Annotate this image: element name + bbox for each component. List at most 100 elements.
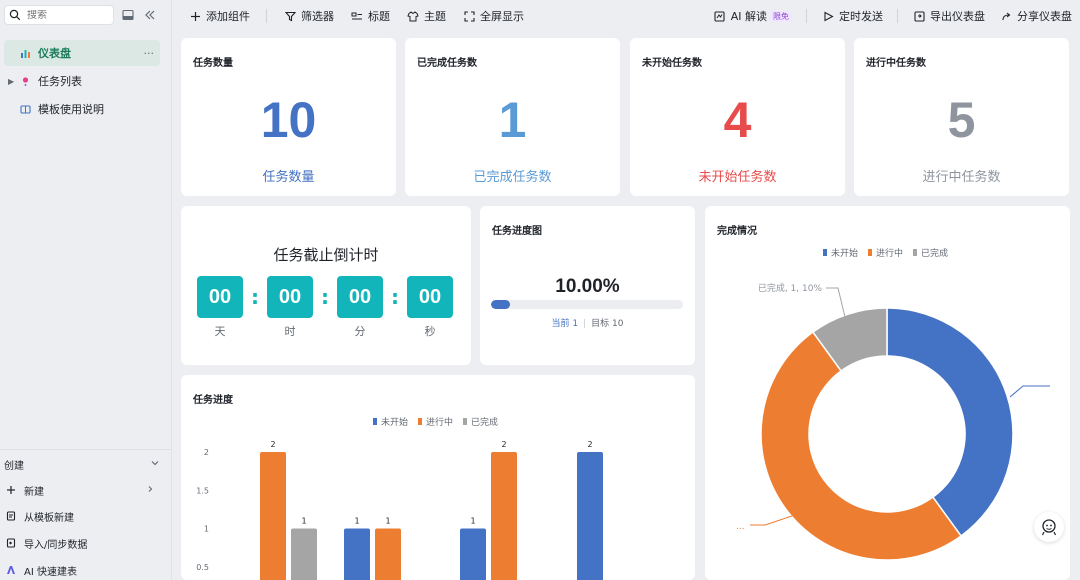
create-section-title: 创建 bbox=[4, 460, 24, 472]
create-item-label: 从模板新建 bbox=[24, 512, 74, 524]
sidebar-search-row bbox=[4, 5, 168, 25]
ai-quick-table-button[interactable]: AI 快速建表 bbox=[4, 560, 160, 580]
bar bbox=[291, 528, 317, 580]
search-input[interactable] bbox=[27, 9, 107, 21]
progress-percent: 10.00% bbox=[555, 276, 620, 297]
metric-card-completed[interactable]: 已完成任务数 1 已完成任务数 bbox=[405, 38, 620, 196]
import-sync-button[interactable]: 导入/同步数据 bbox=[4, 533, 160, 553]
export-icon bbox=[912, 9, 926, 23]
card-title: 未开始任务数 bbox=[642, 58, 702, 69]
metric-label: 任务数量 bbox=[262, 170, 315, 185]
theme-button[interactable]: 主题 bbox=[406, 6, 446, 26]
bar-data-label: 2 bbox=[501, 440, 506, 449]
y-tick-label: 1.5 bbox=[196, 486, 209, 495]
donut-data-label: 已完成, 1, 10% bbox=[758, 282, 823, 294]
dashboard-icon bbox=[18, 46, 32, 60]
card-title: 已完成任务数 bbox=[417, 58, 477, 69]
toolbar-label: 分享仪表盘 bbox=[1017, 10, 1072, 23]
sidebar-item-label: 任务列表 bbox=[38, 75, 82, 88]
progress-target: 目标 10 bbox=[591, 319, 624, 329]
donut-chart: 已完成, 1, 10%... bbox=[736, 282, 1050, 561]
bar-data-label: 1 bbox=[354, 517, 359, 526]
fullscreen-button[interactable]: 全屏显示 bbox=[462, 6, 524, 26]
sidebar-item-dashboard[interactable]: 仪表盘 ··· bbox=[4, 40, 160, 66]
table-icon bbox=[18, 74, 32, 88]
book-icon bbox=[18, 102, 32, 116]
y-tick-label: 2 bbox=[204, 448, 209, 457]
bar bbox=[260, 452, 286, 580]
toolbar-label: 全屏显示 bbox=[480, 10, 524, 23]
countdown-separator: : bbox=[391, 285, 399, 309]
countdown-hours: 00 时 bbox=[267, 276, 313, 339]
sidebar-item-task-list[interactable]: ▶ 任务列表 bbox=[4, 68, 160, 94]
metric-card-not-started[interactable]: 未开始任务数 4 未开始任务数 bbox=[630, 38, 845, 196]
y-tick-label: 1 bbox=[204, 525, 209, 534]
progress-fill bbox=[491, 300, 511, 309]
countdown-unit-label: 时 bbox=[284, 325, 296, 338]
countdown-value: 00 bbox=[197, 276, 243, 318]
ai-icon bbox=[713, 9, 727, 23]
progress-card[interactable]: 任务进度图 10.00% 当前 1 | 目标 10 bbox=[480, 206, 695, 365]
card-title: 任务数量 bbox=[193, 58, 233, 69]
plus-icon bbox=[188, 9, 202, 23]
title-button[interactable]: 标题 bbox=[350, 6, 390, 26]
bar-data-label: 1 bbox=[385, 517, 390, 526]
bar-data-label: 1 bbox=[301, 517, 306, 526]
progress-track bbox=[491, 300, 683, 309]
scheduled-send-button[interactable]: 定时发送 bbox=[821, 6, 883, 26]
countdown-unit-label: 分 bbox=[354, 325, 366, 338]
create-new-button[interactable]: 新建 bbox=[4, 480, 160, 500]
bar-data-label: 2 bbox=[270, 440, 275, 449]
toolbar-separator bbox=[897, 9, 898, 23]
filter-icon bbox=[283, 9, 297, 23]
bar bbox=[460, 528, 486, 580]
task-progress-chart-card[interactable]: 任务进度 未开始 进行中 已完成 0.5 1 1.5 2 1 1 2 2 1 2 1 bbox=[181, 375, 695, 580]
metric-value: 10 bbox=[260, 92, 317, 148]
create-section-header[interactable]: 创建 bbox=[4, 456, 160, 472]
bar-data-label: 2 bbox=[587, 440, 592, 449]
countdown-days: 00 天 bbox=[197, 276, 243, 339]
donut-slice bbox=[886, 307, 1014, 537]
progress-current: 当前 1 bbox=[551, 319, 579, 329]
metric-card-in-progress[interactable]: 进行中任务数 5 进行中任务数 bbox=[854, 38, 1069, 196]
shirt-icon bbox=[406, 9, 420, 23]
metric-card-total[interactable]: 任务数量 10 任务数量 bbox=[181, 38, 396, 196]
ai-interpret-button[interactable]: AI 解读 限免 bbox=[713, 6, 792, 26]
create-from-template-button[interactable]: 从模板新建 bbox=[4, 506, 160, 526]
fullscreen-icon bbox=[462, 9, 476, 23]
assistant-button[interactable] bbox=[1034, 512, 1064, 542]
countdown-value: 00 bbox=[407, 276, 453, 318]
progress-meta: 当前 1 | 目标 10 bbox=[480, 316, 695, 329]
sidebar-item-label: 仪表盘 bbox=[38, 47, 71, 60]
expand-caret-icon[interactable]: ▶ bbox=[8, 77, 14, 86]
export-dashboard-button[interactable]: 导出仪表盘 bbox=[912, 6, 985, 26]
metric-value: 1 bbox=[498, 92, 527, 148]
free-badge: 限免 bbox=[770, 10, 792, 22]
metric-value: 5 bbox=[947, 92, 976, 148]
countdown-seconds: 00 秒 bbox=[407, 276, 453, 339]
title-icon bbox=[350, 9, 364, 23]
more-options-icon[interactable]: ··· bbox=[144, 47, 155, 60]
create-item-label: AI 快速建表 bbox=[24, 566, 77, 578]
countdown-separator: : bbox=[251, 285, 259, 309]
donut-leader-line bbox=[1009, 385, 1050, 398]
filter-button[interactable]: 筛选器 bbox=[283, 6, 334, 26]
add-widget-button[interactable]: 添加组件 bbox=[188, 6, 250, 26]
search-box[interactable] bbox=[4, 5, 114, 25]
countdown-units: 00 天 : 00 时 : 00 分 : 00 秒 bbox=[197, 276, 455, 339]
countdown-card[interactable]: 任务截止倒计时 00 天 : 00 时 : 00 分 : 00 秒 bbox=[181, 206, 471, 365]
sidebar-item-template-guide[interactable]: 模板使用说明 bbox=[4, 96, 160, 122]
share-dashboard-button[interactable]: 分享仪表盘 bbox=[999, 6, 1072, 26]
countdown-unit-label: 天 bbox=[214, 325, 226, 338]
assistant-icon bbox=[1041, 519, 1057, 536]
countdown-unit-label: 秒 bbox=[424, 325, 436, 338]
bar-data-label: 1 bbox=[470, 517, 475, 526]
create-item-label: 新建 bbox=[24, 486, 44, 498]
toolbar-label: 筛选器 bbox=[301, 10, 334, 23]
template-icon bbox=[4, 509, 18, 523]
toolbar-label: 主题 bbox=[424, 10, 446, 23]
sidebar-layout-icon[interactable] bbox=[120, 7, 136, 23]
collapse-sidebar-icon[interactable] bbox=[142, 7, 158, 23]
completion-chart-card[interactable]: 完成情况 未开始 进行中 已完成 已完成, 1, 10%... bbox=[705, 206, 1070, 580]
chevron-down-icon[interactable] bbox=[150, 458, 160, 471]
